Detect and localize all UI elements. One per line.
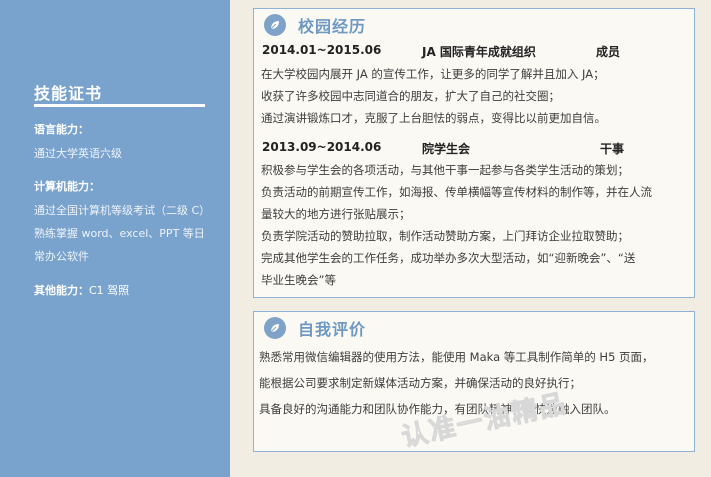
skills-divider	[34, 104, 205, 107]
entry-org: 院学生会	[422, 142, 471, 156]
entry-line: 收获了许多校园中志同道合的朋友，扩大了自己的社交圈；	[261, 89, 560, 103]
sidebar: 技能证书 语言能力： 通过大学英语六级 计算机能力： 通过全国计算机等级考试（二…	[0, 0, 230, 477]
other-skill: 其他能力：C1 驾照	[34, 282, 129, 298]
entry-line: 在大学校园内展开 JA 的宣传工作，让更多的同学了解并且加入 JA；	[261, 67, 605, 81]
entry-period: 2013.09~2014.06	[262, 140, 382, 154]
leaf-icon	[264, 14, 286, 36]
entry-line: 量较大的地方进行张贴展示；	[261, 207, 411, 221]
entry-role: 成员	[596, 45, 621, 59]
other-label: 其他能力：	[34, 284, 89, 297]
computer-line: 通过全国计算机等级考试（二级 C）	[34, 204, 211, 217]
entry-line: 通过演讲锻炼口才，克服了上台胆怯的弱点，变得比以前更加自信。	[261, 111, 606, 125]
computer-line: 熟练掌握 word、excel、PPT 等日	[34, 227, 205, 240]
entry-org: JA 国际青年成就组织	[422, 45, 536, 59]
self-eval-title: 自我评价	[298, 320, 367, 339]
entry-line: 负责学院活动的赞助拉取，制作活动赞助方案，上门拜访企业拉取赞助；	[261, 229, 629, 243]
campus-title: 校园经历	[298, 17, 367, 36]
language-value: 通过大学英语六级	[34, 147, 122, 160]
entry-line: 毕业生晚会”等	[261, 273, 336, 287]
campus-header: 校园经历	[264, 12, 366, 38]
computer-label: 计算机能力：	[34, 180, 100, 193]
computer-line: 常办公软件	[34, 250, 89, 263]
leaf-icon	[264, 317, 286, 339]
skills-title: 技能证书	[34, 84, 103, 103]
entry-period: 2014.01~2015.06	[262, 43, 382, 57]
self-eval-line: 熟悉常用微信编辑器的使用方法，能使用 Maka 等工具制作简单的 H5 页面，	[259, 350, 654, 364]
entry-line: 积极参与学生会的各项活动，与其他干事一起参与各类学生活动的策划；	[261, 163, 629, 177]
entry-line: 完成其他学生会的工作任务，成功举办多次大型活动，如“迎新晚会”、“送	[261, 251, 636, 265]
other-value: C1 驾照	[89, 284, 130, 297]
language-label: 语言能力：	[34, 123, 89, 136]
campus-experience-card: 校园经历 2014.01~2015.06 JA 国际青年成就组织 成员 在大学校…	[253, 8, 695, 298]
self-eval-header: 自我评价	[264, 315, 366, 341]
entry-line: 负责活动的前期宣传工作，如海报、传单横幅等宣传材料的制作等，并在人流	[261, 185, 652, 199]
entry-role: 干事	[600, 142, 625, 156]
